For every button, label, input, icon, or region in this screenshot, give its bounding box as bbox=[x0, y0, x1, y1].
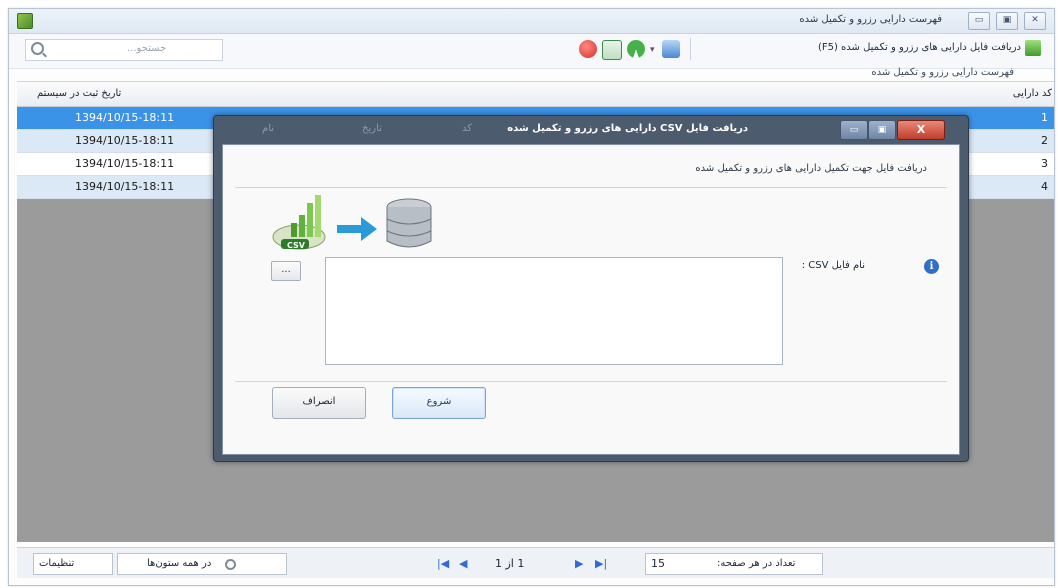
last-page-button[interactable]: ▶| bbox=[595, 557, 607, 570]
title-bar: فهرست دارایی رزرو و تکمیل شده ▭ ▣ ✕ bbox=[9, 9, 1054, 34]
page-subheading: فهرست دارایی رزرو و تکمیل شده bbox=[871, 67, 1014, 78]
dialog-close-button[interactable]: X bbox=[897, 120, 945, 140]
dialog-minimize-button[interactable]: ▭ bbox=[840, 120, 868, 140]
close-button[interactable]: ✕ bbox=[1024, 12, 1046, 30]
dropdown-arrow-icon[interactable]: ▾ bbox=[650, 45, 655, 55]
info-icon: i bbox=[924, 259, 939, 274]
csv-file-path-field[interactable] bbox=[325, 257, 783, 365]
prev-page-button[interactable]: ◀ bbox=[459, 557, 467, 570]
dialog-title: دریافت فایل CSV دارایی های رزرو و تکمیل … bbox=[507, 123, 748, 134]
per-page-value: 15 bbox=[651, 557, 665, 570]
browse-button[interactable]: ... bbox=[271, 261, 301, 281]
dialog-description: دریافت فایل جهت تکمیل دارایی های رزرو و … bbox=[695, 163, 927, 174]
users-icon[interactable] bbox=[662, 40, 680, 58]
chart-icon[interactable] bbox=[602, 40, 622, 60]
search-placeholder: جستجو... bbox=[127, 43, 167, 54]
csv-download-dialog: نام تاریخ کد دریافت فایل CSV دارایی های … bbox=[213, 115, 969, 462]
cell-code: 2 bbox=[1041, 134, 1048, 147]
filter-search-icon bbox=[225, 559, 236, 570]
all-columns-label: در همه ستون‌ها bbox=[147, 558, 212, 569]
per-page-label: تعداد در هر صفحه: bbox=[717, 558, 796, 569]
window-title: فهرست دارایی رزرو و تکمیل شده bbox=[799, 14, 942, 25]
cell-code: 1 bbox=[1041, 111, 1048, 124]
divider bbox=[235, 187, 947, 188]
download-icon[interactable] bbox=[1025, 40, 1041, 56]
divider bbox=[235, 381, 947, 382]
maximize-button[interactable]: ▣ bbox=[996, 12, 1018, 30]
toolbar-divider bbox=[690, 38, 691, 60]
first-page-button[interactable]: |◀ bbox=[437, 557, 449, 570]
search-icon bbox=[31, 42, 44, 55]
cell-code: 4 bbox=[1041, 180, 1048, 193]
minimize-button[interactable]: ▭ bbox=[968, 12, 990, 30]
ghost-header: کد bbox=[462, 123, 473, 134]
ghost-header: تاریخ bbox=[362, 123, 382, 134]
dialog-maximize-button[interactable]: ▣ bbox=[868, 120, 896, 140]
settings-label: تنظیمات bbox=[39, 558, 75, 569]
app-icon bbox=[17, 13, 33, 29]
start-button[interactable]: شروع bbox=[392, 387, 486, 419]
cancel-button[interactable]: انصراف bbox=[272, 387, 366, 419]
cell-date: 1394/10/15-18:11 bbox=[75, 134, 175, 147]
csv-badge: CSV bbox=[287, 241, 305, 250]
cell-code: 3 bbox=[1041, 157, 1048, 170]
cell-date: 1394/10/15-18:11 bbox=[75, 111, 175, 124]
page-info: 1 از 1 bbox=[495, 557, 525, 570]
next-page-button[interactable]: ▶ bbox=[575, 557, 583, 570]
cell-date: 1394/10/15-18:11 bbox=[75, 180, 175, 193]
ghost-header: نام bbox=[262, 123, 275, 134]
download-csv-button[interactable]: دریافت فایل دارایی های رزرو و تکمیل شده … bbox=[818, 42, 1021, 53]
column-header-registered-at[interactable]: تاریخ ثبت در سیستم bbox=[37, 88, 121, 99]
pager-bar: تنظیمات در همه ستون‌ها |◀ ◀ 1 از 1 ▶ ▶| … bbox=[17, 547, 1054, 578]
refresh-icon[interactable] bbox=[627, 40, 645, 58]
dialog-body: دریافت فایل جهت تکمیل دارایی های رزرو و … bbox=[222, 144, 960, 455]
csv-file-label: نام فایل CSV : bbox=[801, 260, 865, 271]
cell-date: 1394/10/15-18:11 bbox=[75, 157, 175, 170]
grid-header: تاریخ ثبت در سیستم کد دارایی bbox=[17, 82, 1054, 107]
delete-icon[interactable] bbox=[579, 40, 597, 58]
search-input[interactable] bbox=[25, 39, 223, 61]
column-header-code[interactable]: کد دارایی bbox=[1013, 88, 1052, 99]
